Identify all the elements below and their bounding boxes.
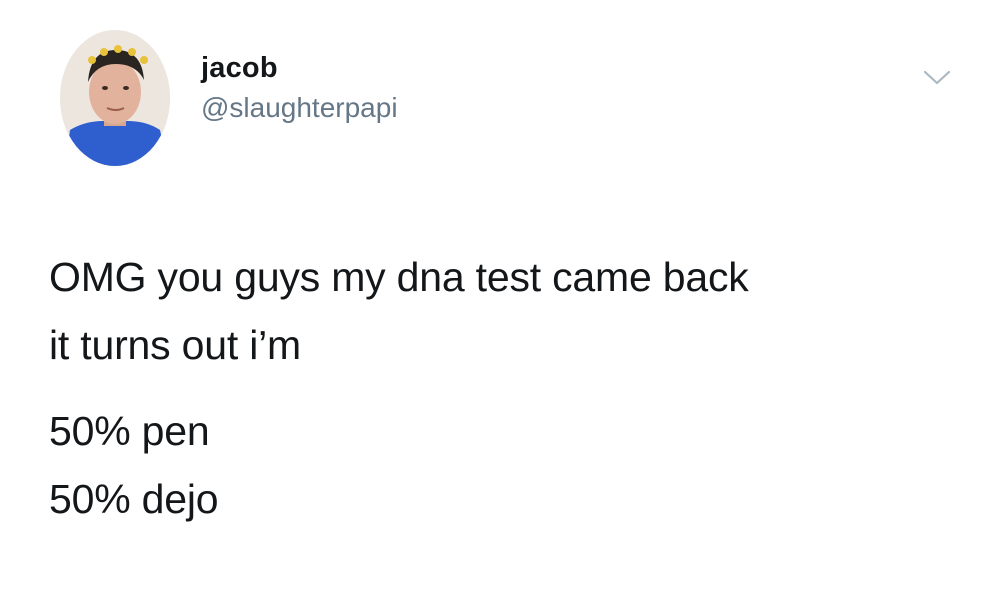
- chevron-down-icon[interactable]: [915, 62, 959, 92]
- author-block: jacob @slaughterpapi: [201, 50, 398, 126]
- avatar-photo: [60, 30, 170, 166]
- avatar[interactable]: [60, 30, 170, 166]
- tweet-text-line: it turns out i’m: [49, 322, 301, 368]
- result-line: 50% pen: [49, 408, 210, 454]
- tweet-body: OMG you guys my dna test came back it tu…: [49, 243, 969, 533]
- user-handle[interactable]: @slaughterpapi: [201, 90, 398, 126]
- display-name[interactable]: jacob: [201, 50, 398, 86]
- tweet-text-line: OMG you guys my dna test came back: [49, 254, 749, 300]
- tweet-card: jacob @slaughterpapi OMG you guys my dna…: [0, 0, 1000, 591]
- result-line: 50% dejo: [49, 476, 219, 522]
